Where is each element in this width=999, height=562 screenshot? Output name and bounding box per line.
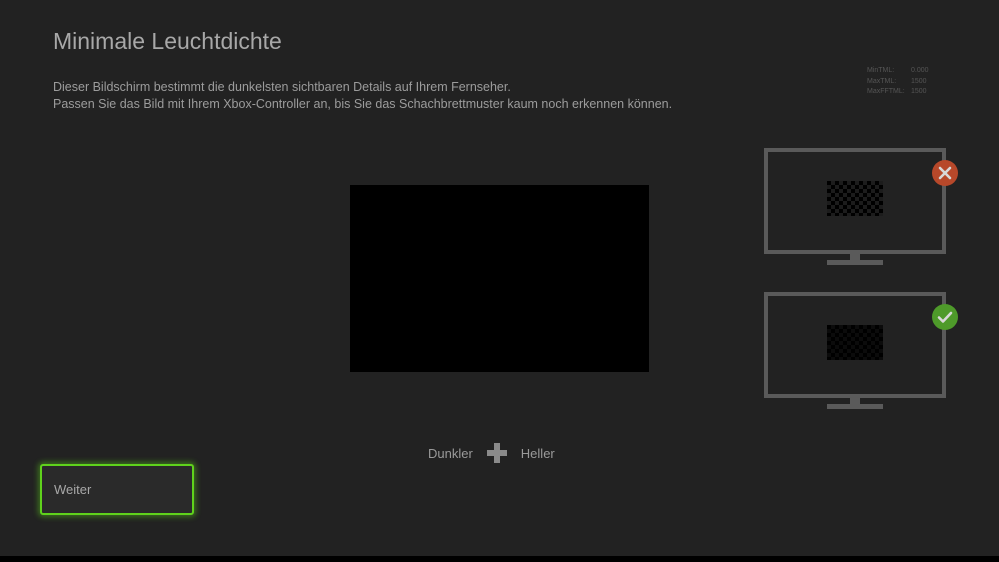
stat-value: 1500 [911, 88, 927, 95]
checkmark-icon [932, 304, 958, 330]
brighter-label: Heller [520, 445, 555, 461]
description-line-1: Dieser Bildschirm bestimmt die dunkelste… [53, 80, 511, 94]
brightness-adjust-hint: Dunkler Heller [428, 443, 555, 463]
description-line-2: Passen Sie das Bild mit Ihrem Xbox-Contr… [53, 97, 673, 111]
darker-label: Dunkler [428, 445, 473, 461]
stat-value: 0.000 [911, 67, 929, 74]
checkerboard-pattern-faint [827, 325, 883, 360]
stat-row: MinTML: 0.000 [867, 66, 929, 77]
page-title: Minimale Leuchtdichte [53, 28, 282, 54]
stat-value: 1500 [911, 77, 927, 85]
screen-bottom-border [0, 556, 999, 562]
example-tv-correct [764, 292, 958, 412]
luminance-stats: MinTML: 0.000 MaxTML: 1500 MaxFFTML: 150… [867, 66, 929, 98]
tv-stand-base [827, 404, 883, 409]
stat-row: MaxFFTML: 1500 [867, 87, 929, 98]
calibration-screen: Minimale Leuchtdichte Dieser Bildschirm … [0, 0, 999, 562]
close-icon [932, 160, 958, 186]
checkerboard-pattern-visible [827, 181, 883, 216]
page-description: Dieser Bildschirm bestimmt die dunkelste… [53, 79, 672, 113]
calibration-preview [350, 185, 649, 372]
tv-stand-neck [850, 252, 860, 260]
tv-stand-base [827, 260, 883, 265]
stat-label: MaxFFTML: [867, 88, 905, 95]
stat-row: MaxTML: 1500 [867, 77, 929, 88]
tv-stand-neck [850, 396, 860, 404]
plus-icon [486, 443, 507, 463]
next-button[interactable]: Weiter [40, 464, 194, 515]
example-tv-too-bright [764, 148, 958, 268]
stat-label: MaxTML: [867, 77, 897, 85]
stat-label: MinTML: [867, 67, 895, 74]
